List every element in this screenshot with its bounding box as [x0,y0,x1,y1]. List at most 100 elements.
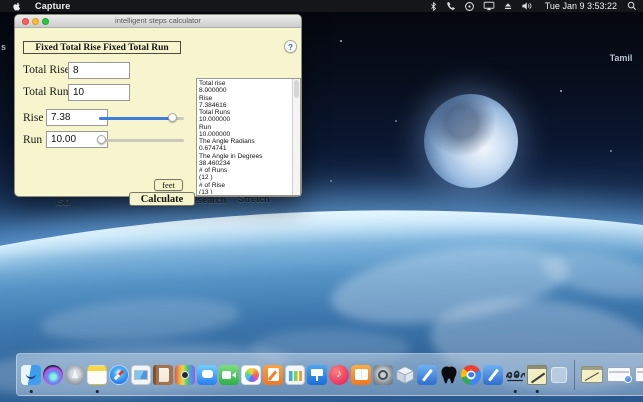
run-slider[interactable] [99,135,184,145]
dock-item[interactable] [579,356,605,394]
dock-divider [574,360,575,390]
dock-item[interactable] [460,356,482,394]
results-scrollbar[interactable] [292,79,300,195]
bluetooth-icon[interactable] [429,1,438,12]
dock-item[interactable] [548,356,570,394]
hidden-app-icon[interactable] [551,367,567,383]
dock-item[interactable] [130,356,152,394]
calculator-window: intelligent steps calculator Fixed Total… [14,14,302,197]
tooth-app-icon[interactable] [440,365,458,385]
desktop-icon-label-tamil[interactable]: Tamil [602,53,640,63]
window-content: Fixed Total Rise Fixed Total Run ? Total… [15,28,301,196]
builder-app-icon[interactable] [483,365,503,385]
run-slider-thumb[interactable] [97,135,106,144]
ibooks-icon[interactable] [351,365,371,385]
menu-bar: Capture Tue Jan 9 3:53:22 [0,0,643,12]
photos-icon[interactable] [241,365,261,385]
dock-item[interactable] [605,356,633,394]
star [395,120,397,122]
active-app-name[interactable]: Capture [35,1,70,11]
running-indicator [96,390,99,393]
volume-icon[interactable] [521,1,533,11]
display-mirroring-icon[interactable] [483,1,495,11]
results-output-box[interactable]: Total rise 8.000000 Rise 7.384616 Total … [196,78,301,196]
steps-calculator-app-icon[interactable] [527,365,547,385]
minimized-document-window-2[interactable] [635,367,643,382]
dock-item[interactable] [284,356,306,394]
pages-icon[interactable] [263,365,283,385]
feet-button[interactable]: feet [154,179,183,191]
chrome-icon[interactable] [461,365,481,385]
total-rise-label: Total Rise [23,64,70,76]
desktop-icon-label-isd[interactable]: ISD [48,197,78,207]
dock-item[interactable] [108,356,130,394]
calculate-button[interactable]: Calculate [129,192,195,206]
total-run-input[interactable] [68,84,130,101]
finder-icon[interactable] [21,365,41,385]
dock-item[interactable] [372,356,394,394]
facetime-icon[interactable] [219,365,239,385]
notes-icon[interactable] [87,365,107,385]
dock: ♪ [16,353,643,396]
help-button[interactable]: ? [284,40,297,53]
tamil-app-icon[interactable] [505,367,525,383]
cube-app-icon[interactable] [395,365,415,385]
spotlight-icon[interactable] [627,1,637,11]
drafting-app-icon[interactable] [417,365,437,385]
preview-icon[interactable] [131,365,151,385]
dock-item[interactable] [416,356,438,394]
mode-title-box: Fixed Total Rise Fixed Total Run [23,41,181,54]
messages-icon[interactable] [197,365,217,385]
siri-icon[interactable] [43,365,63,385]
dock-item[interactable] [394,356,416,394]
dock-item[interactable] [633,356,643,394]
contacts-icon[interactable] [153,365,173,385]
numbers-icon[interactable] [285,365,305,385]
dock-item[interactable] [350,356,372,394]
dock-item[interactable] [174,356,196,394]
safari-icon[interactable] [109,365,129,385]
photo-booth-icon[interactable] [175,365,195,385]
minimized-steps-calculator-window[interactable] [581,366,603,383]
running-indicator [514,390,517,393]
dock-item[interactable] [196,356,218,394]
rise-label: Rise [23,112,43,124]
launchpad-icon[interactable] [65,365,85,385]
dock-item[interactable] [20,356,42,394]
dock-item[interactable] [240,356,262,394]
window-title-bar[interactable]: intelligent steps calculator [15,15,301,28]
system-preferences-icon[interactable] [373,365,393,385]
star [560,90,562,92]
dock-item[interactable] [306,356,328,394]
time-machine-icon[interactable] [464,1,475,12]
running-indicator [30,390,33,393]
moon [424,94,518,188]
dock-item[interactable] [86,356,108,394]
dock-item[interactable] [64,356,86,394]
dock-item[interactable] [504,356,526,394]
total-rise-input[interactable] [68,62,130,79]
desktop-icon-label[interactable]: s [1,42,6,52]
menu-bar-clock[interactable]: Tue Jan 9 3:53:22 [545,1,617,11]
phone-icon[interactable] [446,1,456,11]
keynote-icon[interactable] [307,365,327,385]
itunes-icon[interactable]: ♪ [329,365,349,385]
apple-menu-icon[interactable] [11,1,21,12]
star [330,180,332,182]
dock-item[interactable] [526,356,548,394]
rise-slider[interactable] [99,113,184,123]
dock-item[interactable] [218,356,240,394]
total-run-label: Total Run [23,86,69,98]
minimized-document-window[interactable] [607,367,631,382]
star [340,40,342,42]
screen: s ISD Research Stretch Tamil Capture Tue… [0,0,643,402]
dock-item[interactable] [42,356,64,394]
dock-item[interactable] [262,356,284,394]
dock-item[interactable] [482,356,504,394]
dock-item[interactable] [438,356,460,394]
dock-item[interactable] [152,356,174,394]
eject-icon[interactable] [503,1,513,11]
rise-slider-thumb[interactable] [168,113,177,122]
window-title: intelligent steps calculator [15,16,301,25]
dock-item[interactable]: ♪ [328,356,350,394]
